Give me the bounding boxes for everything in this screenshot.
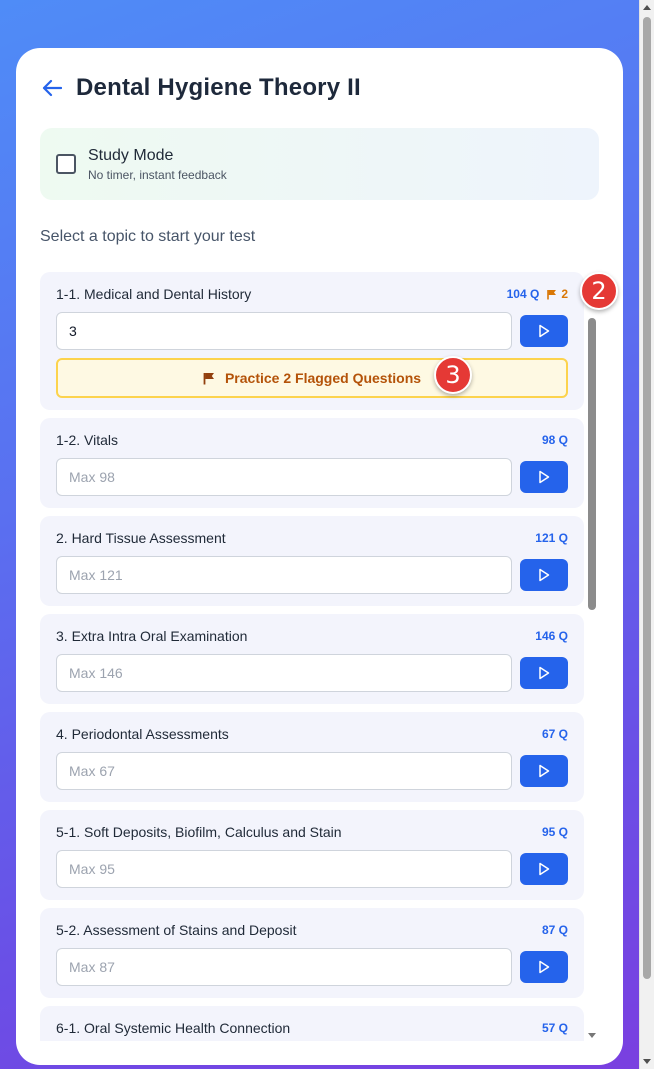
topic-name: 1-2. Vitals: [56, 432, 118, 448]
header: Dental Hygiene Theory II: [40, 74, 361, 102]
main-card: Dental Hygiene Theory II Study Mode No t…: [16, 48, 623, 1065]
topic-name: 2. Hard Tissue Assessment: [56, 530, 226, 546]
topic-meta: 121 Q: [535, 531, 568, 545]
topic-name: 5-1. Soft Deposits, Biofilm, Calculus an…: [56, 824, 342, 840]
topic-header: 3. Extra Intra Oral Examination 146 Q: [56, 628, 568, 644]
play-icon: [539, 666, 550, 680]
topic-meta: 95 Q: [542, 825, 568, 839]
question-count-input[interactable]: [56, 654, 512, 692]
question-count-input[interactable]: [56, 556, 512, 594]
flagged-count: 2: [547, 287, 568, 301]
start-test-button[interactable]: [520, 657, 568, 689]
page-title: Dental Hygiene Theory II: [76, 74, 361, 101]
annotation-badge: 3: [434, 356, 472, 394]
question-count: 87 Q: [541, 923, 568, 937]
study-mode-title: Study Mode: [88, 146, 174, 164]
topic-name: 3. Extra Intra Oral Examination: [56, 628, 248, 644]
question-count-input[interactable]: [56, 458, 512, 496]
topic-card: 3. Extra Intra Oral Examination 146 Q: [40, 614, 584, 704]
topic-meta: 104 Q 2: [507, 287, 568, 301]
flagged-count-value: 2: [561, 287, 568, 301]
start-test-button[interactable]: [520, 755, 568, 787]
play-icon: [539, 470, 550, 484]
topic-input-row: [56, 654, 568, 692]
topic-name: 1-1. Medical and Dental History: [56, 286, 252, 302]
play-icon: [539, 862, 550, 876]
topic-meta: 57 Q: [542, 1021, 568, 1035]
flag-icon: [203, 372, 214, 384]
topic-meta: 98 Q: [542, 433, 568, 447]
start-test-button[interactable]: [520, 315, 568, 347]
question-count: 121 Q: [535, 531, 568, 545]
topic-header: 5-2. Assessment of Stains and Deposit 87…: [56, 922, 568, 938]
topic-card: 1-1. Medical and Dental History 104 Q 2 …: [40, 272, 584, 410]
topic-meta: 87 Q: [542, 923, 568, 937]
start-test-button[interactable]: [520, 559, 568, 591]
study-mode-panel: Study Mode No timer, instant feedback: [40, 128, 599, 200]
topic-meta: 146 Q: [535, 629, 568, 643]
question-count-input[interactable]: [56, 312, 512, 350]
topic-header: 4. Periodontal Assessments 67 Q: [56, 726, 568, 742]
play-icon: [539, 960, 550, 974]
question-count: 104 Q: [506, 287, 540, 301]
topic-input-row: [56, 556, 568, 594]
topic-prompt: Select a topic to start your test: [40, 228, 256, 245]
topic-input-row: [56, 850, 568, 888]
question-count: 95 Q: [541, 825, 568, 839]
topic-name: 5-2. Assessment of Stains and Deposit: [56, 922, 297, 938]
window-scrollbar[interactable]: [639, 0, 654, 1069]
study-mode-subtitle: No timer, instant feedback: [88, 167, 227, 182]
play-icon: [539, 324, 550, 338]
topic-list-scrollbar[interactable]: [587, 272, 597, 1041]
topic-name: 4. Periodontal Assessments: [56, 726, 229, 742]
topic-input-row: [56, 458, 568, 496]
question-count-input[interactable]: [56, 948, 512, 986]
play-icon: [539, 568, 550, 582]
topic-header: 2. Hard Tissue Assessment 121 Q: [56, 530, 568, 546]
topic-card: 2. Hard Tissue Assessment 121 Q: [40, 516, 584, 606]
window-scroll-thumb[interactable]: [643, 17, 651, 979]
question-count-input[interactable]: [56, 850, 512, 888]
annotation-badge: 2: [580, 272, 618, 310]
start-test-button[interactable]: [520, 461, 568, 493]
topic-list-scroll-thumb[interactable]: [588, 318, 596, 610]
question-count: 67 Q: [541, 727, 568, 741]
topic-card: 6-1. Oral Systemic Health Connection 57 …: [40, 1006, 584, 1041]
study-mode-checkbox[interactable]: [56, 154, 76, 174]
topic-list[interactable]: 1-1. Medical and Dental History 104 Q 2 …: [40, 272, 607, 1041]
topic-name: 6-1. Oral Systemic Health Connection: [56, 1020, 291, 1036]
scroll-up-arrow-icon[interactable]: [643, 5, 651, 10]
question-count: 57 Q: [541, 1021, 568, 1035]
practice-flagged-button[interactable]: Practice 2 Flagged Questions: [56, 358, 568, 398]
topic-header: 5-1. Soft Deposits, Biofilm, Calculus an…: [56, 824, 568, 840]
topic-header: 1-1. Medical and Dental History 104 Q 2: [56, 286, 568, 302]
topic-header: 6-1. Oral Systemic Health Connection 57 …: [56, 1020, 568, 1036]
topic-card: 5-1. Soft Deposits, Biofilm, Calculus an…: [40, 810, 584, 900]
arrow-left-icon: [42, 79, 62, 97]
topic-input-row: [56, 312, 568, 350]
practice-flagged-label: Practice 2 Flagged Questions: [224, 370, 422, 386]
topic-card: 5-2. Assessment of Stains and Deposit 87…: [40, 908, 584, 998]
question-count: 98 Q: [541, 433, 568, 447]
topic-input-row: [56, 948, 568, 986]
study-mode-text: Study Mode No timer, instant feedback: [88, 147, 227, 182]
flag-icon: [547, 289, 557, 299]
topic-header: 1-2. Vitals 98 Q: [56, 432, 568, 448]
scroll-down-arrow-icon[interactable]: [643, 1059, 651, 1064]
chevron-down-icon[interactable]: [588, 1033, 596, 1038]
play-icon: [539, 764, 550, 778]
topic-input-row: [56, 752, 568, 790]
start-test-button[interactable]: [520, 951, 568, 983]
question-count: 146 Q: [535, 629, 568, 643]
back-button[interactable]: [40, 76, 64, 100]
start-test-button[interactable]: [520, 853, 568, 885]
topic-meta: 67 Q: [542, 727, 568, 741]
topic-card: 4. Periodontal Assessments 67 Q: [40, 712, 584, 802]
question-count-input[interactable]: [56, 752, 512, 790]
topic-card: 1-2. Vitals 98 Q: [40, 418, 584, 508]
